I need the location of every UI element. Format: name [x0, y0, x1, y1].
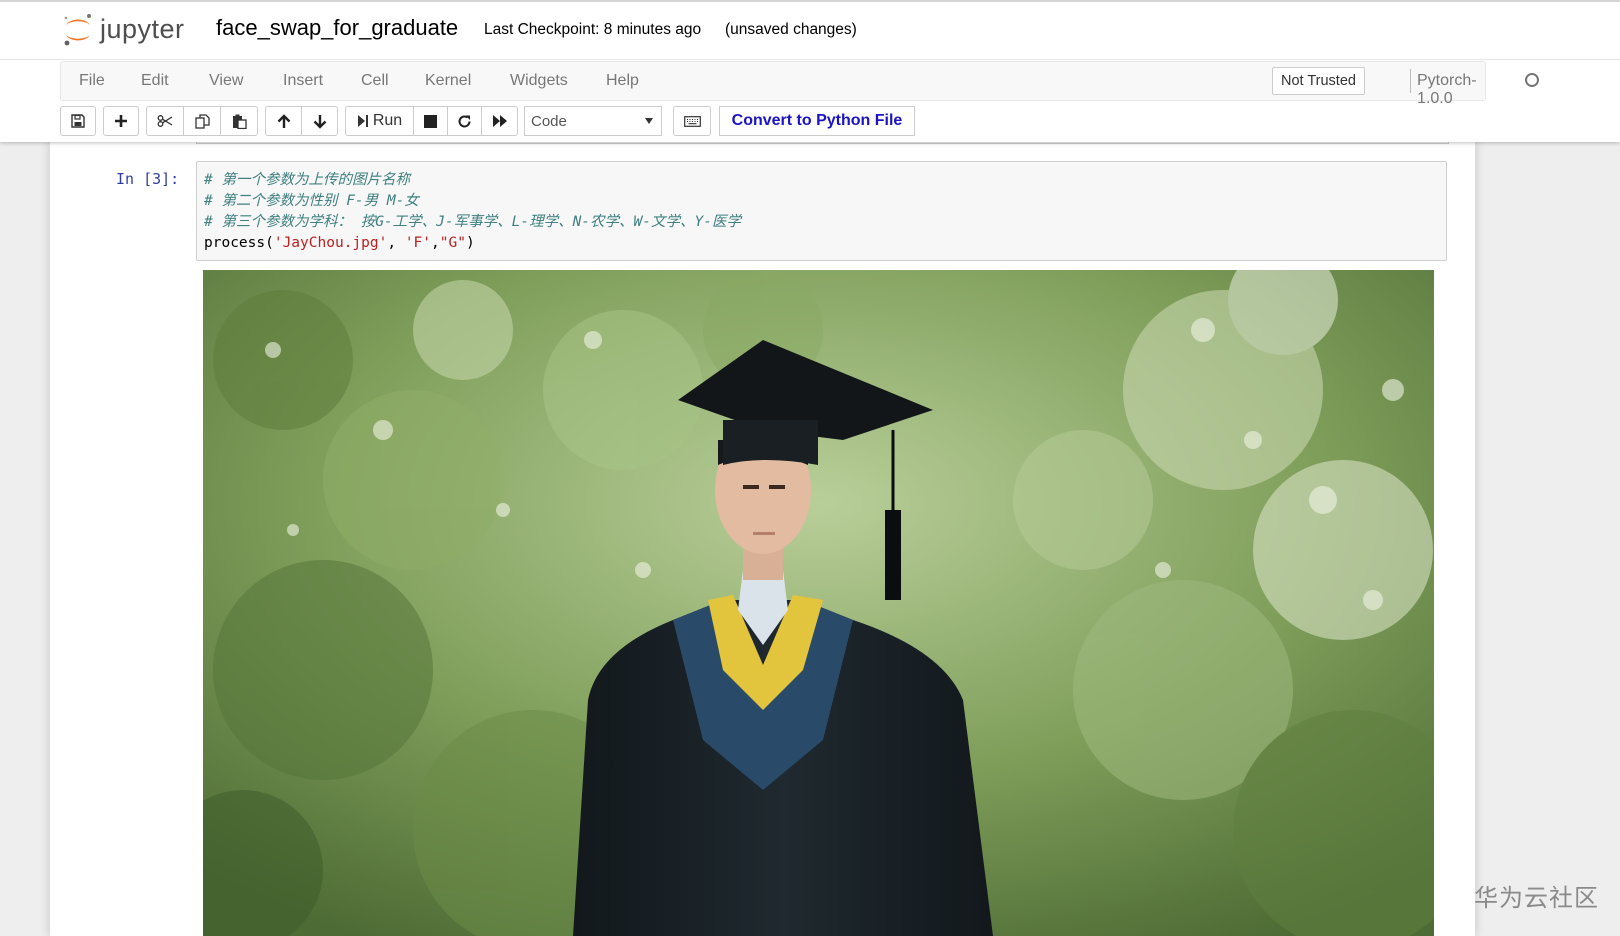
code-comment-line-2: # 第二个参数为性别 F-男 M-女: [204, 193, 419, 209]
menu-view[interactable]: View: [209, 72, 243, 90]
code-comment-line-1: # 第一个参数为上传的图片名称: [204, 172, 410, 188]
code-arg-gender: 'F': [404, 235, 432, 251]
menu-widgets[interactable]: Widgets: [510, 72, 568, 90]
copy-icon: [194, 113, 210, 129]
graduate-portrait-image: [203, 270, 1434, 936]
restart-button[interactable]: [447, 106, 482, 136]
save-icon: [71, 114, 85, 128]
code-comment-line-3: # 第三个参数为学科： 按G-工学、J-军事学、L-理学、N-农学、W-文学、Y…: [204, 214, 741, 230]
insert-cell-button[interactable]: [103, 106, 139, 136]
fast-forward-icon: [492, 115, 507, 127]
copy-button[interactable]: [183, 106, 221, 136]
run-icon: [357, 115, 368, 127]
arrow-up-icon: [277, 113, 290, 128]
code-separator: ,: [387, 235, 405, 251]
run-label: Run: [372, 112, 403, 129]
run-button[interactable]: Run: [345, 106, 414, 136]
cut-button[interactable]: [146, 106, 184, 136]
restart-run-all-button[interactable]: [481, 106, 518, 136]
menu-edit[interactable]: Edit: [141, 72, 169, 90]
keyboard-icon: [683, 115, 701, 127]
restart-icon: [458, 115, 471, 127]
kernel-status-icon: [1525, 73, 1539, 87]
menu-insert[interactable]: Insert: [283, 72, 323, 90]
menu-kernel[interactable]: Kernel: [425, 72, 471, 90]
paste-button[interactable]: [220, 106, 258, 136]
not-trusted-indicator[interactable]: Not Trusted: [1272, 67, 1365, 95]
cell-type-value: Code: [531, 113, 567, 130]
notebook-name[interactable]: face_swap_for_graduate: [216, 15, 458, 41]
header: jupyter face_swap_for_graduate Last Chec…: [0, 2, 1620, 60]
plus-icon: [115, 115, 127, 127]
stop-icon: [424, 114, 437, 128]
code-cell-input[interactable]: # 第一个参数为上传的图片名称 # 第二个参数为性别 F-男 M-女 # 第三个…: [196, 161, 1447, 261]
menubar: File Edit View Insert Cell Kernel Widget…: [60, 61, 1539, 107]
unsaved-indicator: (unsaved changes): [725, 21, 857, 38]
command-palette-button[interactable]: [673, 106, 711, 136]
paste-icon: [232, 114, 247, 129]
code-arg-subject: "G": [439, 235, 466, 251]
cell-type-select[interactable]: Code: [524, 106, 662, 136]
watermark: 华为云社区: [1474, 885, 1599, 912]
checkpoint-status: Last Checkpoint: 8 minutes ago: [484, 21, 702, 38]
output-image: [203, 270, 1434, 936]
chevron-down-icon: [645, 118, 653, 124]
code-call-line: process('JayChou.jpg', 'F',"G"): [204, 233, 1446, 254]
cut-icon: [157, 115, 173, 127]
code-function: process(: [204, 235, 274, 251]
save-button[interactable]: [60, 106, 96, 136]
menu-file[interactable]: File: [79, 72, 105, 90]
interrupt-button[interactable]: [413, 106, 448, 136]
notebook-topbar: jupyter face_swap_for_graduate Last Chec…: [0, 0, 1620, 142]
convert-to-python-button[interactable]: Convert to Python File: [719, 106, 915, 136]
move-up-button[interactable]: [265, 106, 302, 136]
input-prompt: In [3]:: [116, 170, 180, 188]
arrow-down-icon: [313, 114, 326, 129]
jupyter-logo[interactable]: jupyter: [62, 12, 202, 48]
move-down-button[interactable]: [301, 106, 338, 136]
logo-text: jupyter: [100, 14, 185, 44]
code-arg-filename: 'JayChou.jpg': [273, 235, 388, 251]
menu-help[interactable]: Help: [606, 72, 639, 90]
kernel-divider: [1410, 69, 1411, 93]
code-separator: ,: [431, 235, 440, 251]
jupyter-logo-icon: [64, 14, 91, 46]
kernel-name[interactable]: Pytorch-1.0.0: [1417, 72, 1485, 108]
code-close-paren: ): [465, 235, 475, 251]
menu-cell[interactable]: Cell: [361, 72, 389, 90]
